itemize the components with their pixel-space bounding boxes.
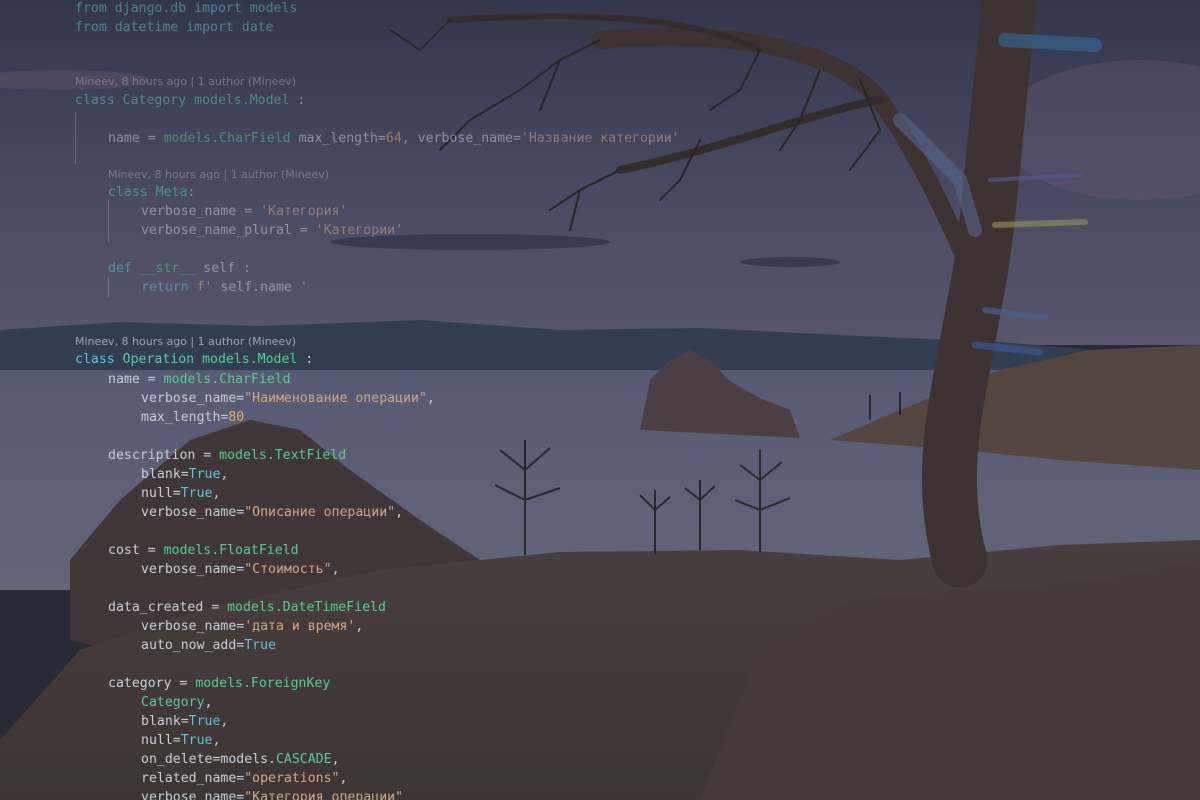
code-line-description-verbose[interactable]: verbose_name="Описание операции",	[141, 503, 403, 522]
code-line-1[interactable]: from django.db import models	[75, 0, 297, 18]
code-line-name-field[interactable]: name = models.CharField	[108, 370, 291, 389]
code-line-description-null[interactable]: null=True,	[141, 484, 220, 503]
code-line-meta-class[interactable]: class Meta:	[108, 183, 195, 202]
code-line-category-blank[interactable]: blank=True,	[141, 712, 228, 731]
code-line-data-created-field[interactable]: data_created = models.DateTimeField	[108, 598, 386, 617]
code-line-2[interactable]: from datetime import date	[75, 18, 274, 37]
indent-guide	[75, 112, 76, 164]
indent-guide	[108, 277, 109, 297]
code-editor[interactable]: from django.db import models from dateti…	[0, 0, 1200, 800]
code-line-category-field[interactable]: category = models.ForeignKey	[108, 674, 330, 693]
code-line-description-field[interactable]: description = models.TextField	[108, 446, 346, 465]
code-line-cost-field[interactable]: cost = models.FloatField	[108, 541, 299, 560]
git-blame-annotation[interactable]: Mineev, 8 hours ago | 1 author (Mineev)	[75, 74, 296, 90]
code-line-data-created-auto-now[interactable]: auto_now_add=True	[141, 636, 276, 655]
code-line-meta-verbose-name[interactable]: verbose_name = 'Категория'	[141, 202, 347, 221]
code-line-str-return[interactable]: return f' self.name '	[141, 278, 308, 297]
code-line-description-blank[interactable]: blank=True,	[141, 465, 228, 484]
code-line-category-ref[interactable]: Category,	[141, 693, 212, 712]
code-line-category-name[interactable]: name = models.CharField max_length=64, v…	[108, 129, 680, 148]
code-line-category-on-delete[interactable]: on_delete=models.CASCADE,	[141, 750, 340, 769]
code-line-name-max-length[interactable]: max_length=80	[141, 408, 244, 427]
code-line-category-null[interactable]: null=True,	[141, 731, 220, 750]
code-line-name-verbose[interactable]: verbose_name="Наименование операции",	[141, 389, 435, 408]
git-blame-annotation[interactable]: Mineev, 8 hours ago | 1 author (Mineev)	[75, 334, 296, 350]
code-line-operation-class[interactable]: class Operation models.Model :	[75, 350, 313, 369]
code-line-meta-verbose-name-plural[interactable]: verbose_name_plural = 'Категории'	[141, 221, 403, 240]
git-blame-annotation[interactable]: Mineev, 8 hours ago | 1 author (Mineev)	[108, 167, 329, 183]
code-line-category-related-name[interactable]: related_name="operations",	[141, 769, 347, 788]
code-line-category-verbose[interactable]: verbose_name="Категория операции"	[141, 788, 403, 800]
code-line-cost-verbose[interactable]: verbose_name="Стоимость",	[141, 560, 340, 579]
code-line-str-def[interactable]: def __str__ self :	[108, 259, 251, 278]
indent-guide	[108, 200, 109, 242]
code-line-data-created-verbose[interactable]: verbose_name='дата и время',	[141, 617, 363, 636]
code-line-category-class[interactable]: class Category models.Model :	[75, 91, 305, 110]
